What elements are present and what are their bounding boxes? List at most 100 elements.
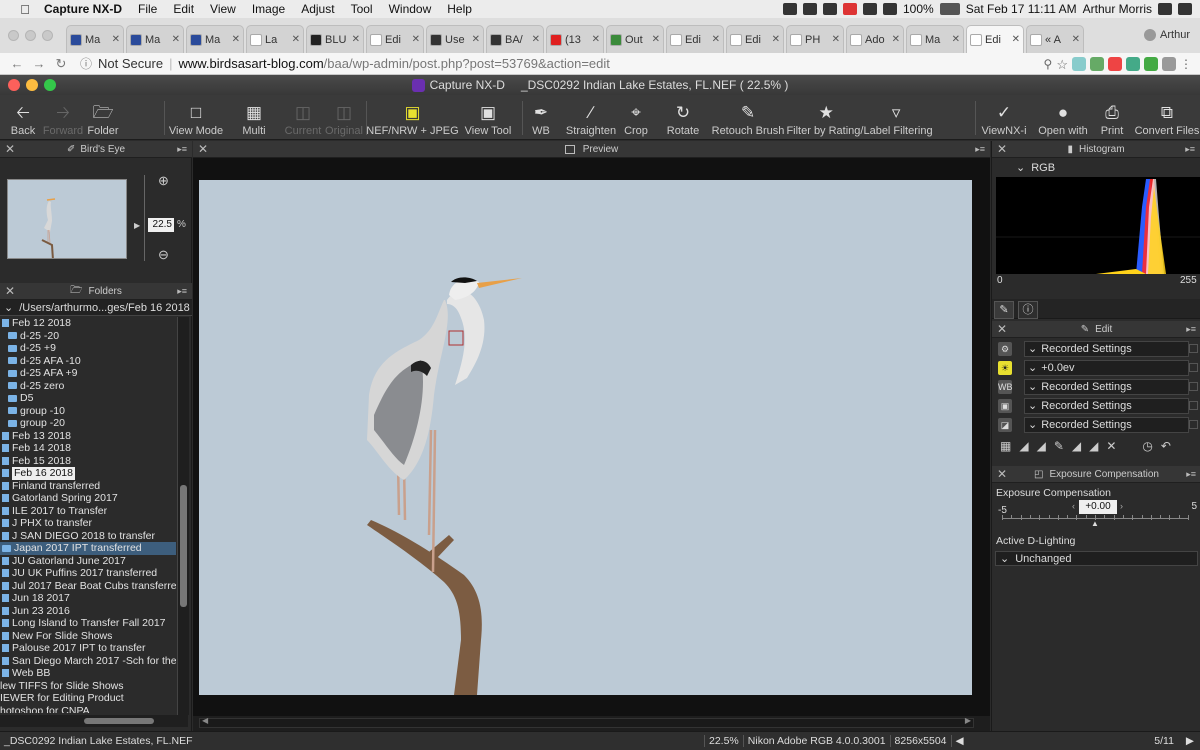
straighten-button[interactable]: ∕ Straighten xyxy=(565,99,617,137)
folder-button[interactable]: 🗁 Folder xyxy=(87,99,119,137)
wifi-icon[interactable] xyxy=(862,3,877,15)
multi-button[interactable]: ▦ Multi xyxy=(238,99,270,137)
close-icon[interactable] xyxy=(8,79,20,91)
edit-row-checkbox[interactable] xyxy=(1189,344,1198,353)
menu-view[interactable]: View xyxy=(202,2,244,16)
exposure-slider-handle[interactable]: ▲ xyxy=(1091,519,1099,528)
folder-tree-item[interactable]: d-25 AFA -10 xyxy=(0,355,176,368)
folder-tree-item[interactable]: group -10 xyxy=(0,405,176,418)
browser-tab[interactable]: Out ✕ xyxy=(606,25,664,53)
edit-row-select[interactable]: ⌄ Recorded Settings xyxy=(1024,378,1189,395)
heron-photo[interactable] xyxy=(199,180,972,695)
folder-tree-item[interactable]: Finland transferred xyxy=(0,480,176,493)
window-minimize-icon[interactable] xyxy=(25,30,36,41)
edit-row-select[interactable]: ⌄ Recorded Settings xyxy=(1024,340,1189,357)
close-tab-icon[interactable]: ✕ xyxy=(1072,34,1080,45)
window-close-icon[interactable] xyxy=(8,30,19,41)
brush-icon[interactable]: ✎ xyxy=(1054,439,1064,453)
creative-cloud-icon[interactable] xyxy=(822,3,837,15)
panel-menu-icon[interactable]: ▸≡ xyxy=(1186,324,1196,335)
close-icon[interactable]: ✕ xyxy=(997,467,1007,481)
close-tab-icon[interactable]: ✕ xyxy=(592,34,600,45)
convert-files-button[interactable]: ⧉ Convert Files xyxy=(1135,99,1200,137)
close-tab-icon[interactable]: ✕ xyxy=(112,34,120,45)
folder-tree-item[interactable]: Long Island to Transfer Fall 2017 xyxy=(0,617,176,630)
filter-button[interactable]: ★ ▿ Filter by Rating/Label Filtering xyxy=(786,99,932,137)
close-tab-icon[interactable]: ✕ xyxy=(532,34,540,45)
close-icon[interactable]: ✕ xyxy=(5,284,15,298)
zoom-out-icon[interactable]: ⊖ xyxy=(158,247,169,263)
close-tab-icon[interactable]: ✕ xyxy=(172,34,180,45)
menu-image[interactable]: Image xyxy=(244,2,293,16)
wb-button[interactable]: ✒ WB xyxy=(528,99,554,137)
folder-tree-item[interactable]: IEWER for Editing Product xyxy=(0,692,176,705)
folder-tree-item[interactable]: J PHX to transfer xyxy=(0,517,176,530)
current-button[interactable]: ◫ Current xyxy=(284,99,322,137)
curve-icon[interactable]: ◢ xyxy=(1037,439,1046,453)
battery-icon[interactable] xyxy=(939,3,960,15)
panel-menu-icon[interactable]: ▸≡ xyxy=(1185,144,1195,155)
back-button[interactable]: 🡠 Back xyxy=(8,99,38,137)
panel-menu-icon[interactable]: ▸≡ xyxy=(177,144,187,155)
folder-tree-item[interactable]: group -20 xyxy=(0,417,176,430)
close-tab-icon[interactable]: ✕ xyxy=(472,34,480,45)
nef-jpeg-button[interactable]: ▣ NEF/NRW + JPEG xyxy=(366,99,458,137)
edit-row-select[interactable]: ⌄ Recorded Settings xyxy=(1024,397,1189,414)
folder-tree-item[interactable]: Feb 16 2018 xyxy=(0,467,176,480)
browser-tab[interactable]: Ma ✕ xyxy=(126,25,184,53)
folder-tree-item[interactable]: Palouse 2017 IPT to transfer xyxy=(0,642,176,655)
folder-tree-item[interactable]: hotoshop for CNPA xyxy=(0,705,176,714)
volume-icon[interactable] xyxy=(882,3,897,15)
view-tool-button[interactable]: ▣ View Tool xyxy=(465,99,512,137)
folder-tree-item[interactable]: Jun 23 2016 xyxy=(0,605,176,618)
retouch-icon[interactable]: ✕ xyxy=(1106,439,1116,453)
folder-path-field[interactable]: ⌄ /Users/arthurmo...ges/Feb 16 2018 xyxy=(0,300,192,316)
crop-button[interactable]: ⌖ Crop xyxy=(622,99,650,137)
close-tab-icon[interactable]: ✕ xyxy=(1012,34,1020,45)
browser-tab[interactable]: Edi ✕ xyxy=(666,25,724,53)
menu-app[interactable]: Capture NX-D xyxy=(36,2,130,16)
close-icon[interactable]: ✕ xyxy=(5,142,15,156)
close-tab-icon[interactable]: ✕ xyxy=(412,34,420,45)
browser-tab[interactable]: BA/✕ xyxy=(486,25,544,53)
browser-tab[interactable]: Ado ✕ xyxy=(846,25,904,53)
zoom-value-field[interactable]: 22.5 xyxy=(148,218,174,232)
folder-tree-item[interactable]: D5 xyxy=(0,392,176,405)
window-zoom-icon[interactable] xyxy=(42,30,53,41)
exposure-slider[interactable]: -5 5 ‹ +0.00 › ▲ xyxy=(992,499,1200,528)
browser-tab[interactable]: PH ✕ xyxy=(786,25,844,53)
menu-clock[interactable]: Sat Feb 17 11:11 AM xyxy=(966,2,1077,16)
color-point-icon[interactable]: ◢ xyxy=(1089,439,1098,453)
preview-hscrollbar[interactable]: ◀ ▶ xyxy=(199,716,974,728)
info-tab-icon[interactable]: ⓘ xyxy=(1018,301,1038,319)
menu-tool[interactable]: Tool xyxy=(343,2,381,16)
exposure-value-field[interactable]: +0.00 xyxy=(1079,500,1117,514)
browser-tab[interactable]: Ma ✕ xyxy=(906,25,964,53)
extension-icon[interactable] xyxy=(1162,56,1176,71)
forward-icon[interactable]: → xyxy=(28,56,50,71)
edit-row-checkbox[interactable] xyxy=(1189,401,1198,410)
folder-tree-item[interactable]: d-25 -20 xyxy=(0,330,176,343)
view-mode-button[interactable]: □ View Mode xyxy=(168,99,224,137)
menu-kebab-icon[interactable]: ⋮ xyxy=(1180,57,1192,71)
bookmark-star-icon[interactable]: ☆ xyxy=(1056,57,1068,72)
dropbox-icon[interactable] xyxy=(802,3,817,15)
extension-icon[interactable] xyxy=(1144,56,1158,71)
close-tab-icon[interactable]: ✕ xyxy=(772,34,780,45)
zoom-icon[interactable] xyxy=(44,79,56,91)
close-icon[interactable]: ✕ xyxy=(997,322,1007,336)
levels-icon[interactable]: ◢ xyxy=(1019,439,1028,453)
history-icon[interactable]: ◷ xyxy=(1142,439,1152,453)
menu-help[interactable]: Help xyxy=(439,2,480,16)
close-tab-icon[interactable]: ✕ xyxy=(952,34,960,45)
skype-icon[interactable] xyxy=(782,3,797,15)
extension-icon[interactable] xyxy=(1090,56,1104,71)
back-icon[interactable]: ← xyxy=(6,56,28,71)
folder-tree-item[interactable]: d-25 AFA +9 xyxy=(0,367,176,380)
edit-row-checkbox[interactable] xyxy=(1189,420,1198,429)
zoom-slider-handle[interactable]: ▶ xyxy=(134,221,140,230)
folder-tree-item[interactable]: J SAN DIEGO 2018 to transfer xyxy=(0,530,176,543)
edit-row-checkbox[interactable] xyxy=(1189,382,1198,391)
browser-tab[interactable]: Edi ✕ xyxy=(966,25,1024,53)
status-prev-icon[interactable]: ◀ xyxy=(950,735,991,747)
